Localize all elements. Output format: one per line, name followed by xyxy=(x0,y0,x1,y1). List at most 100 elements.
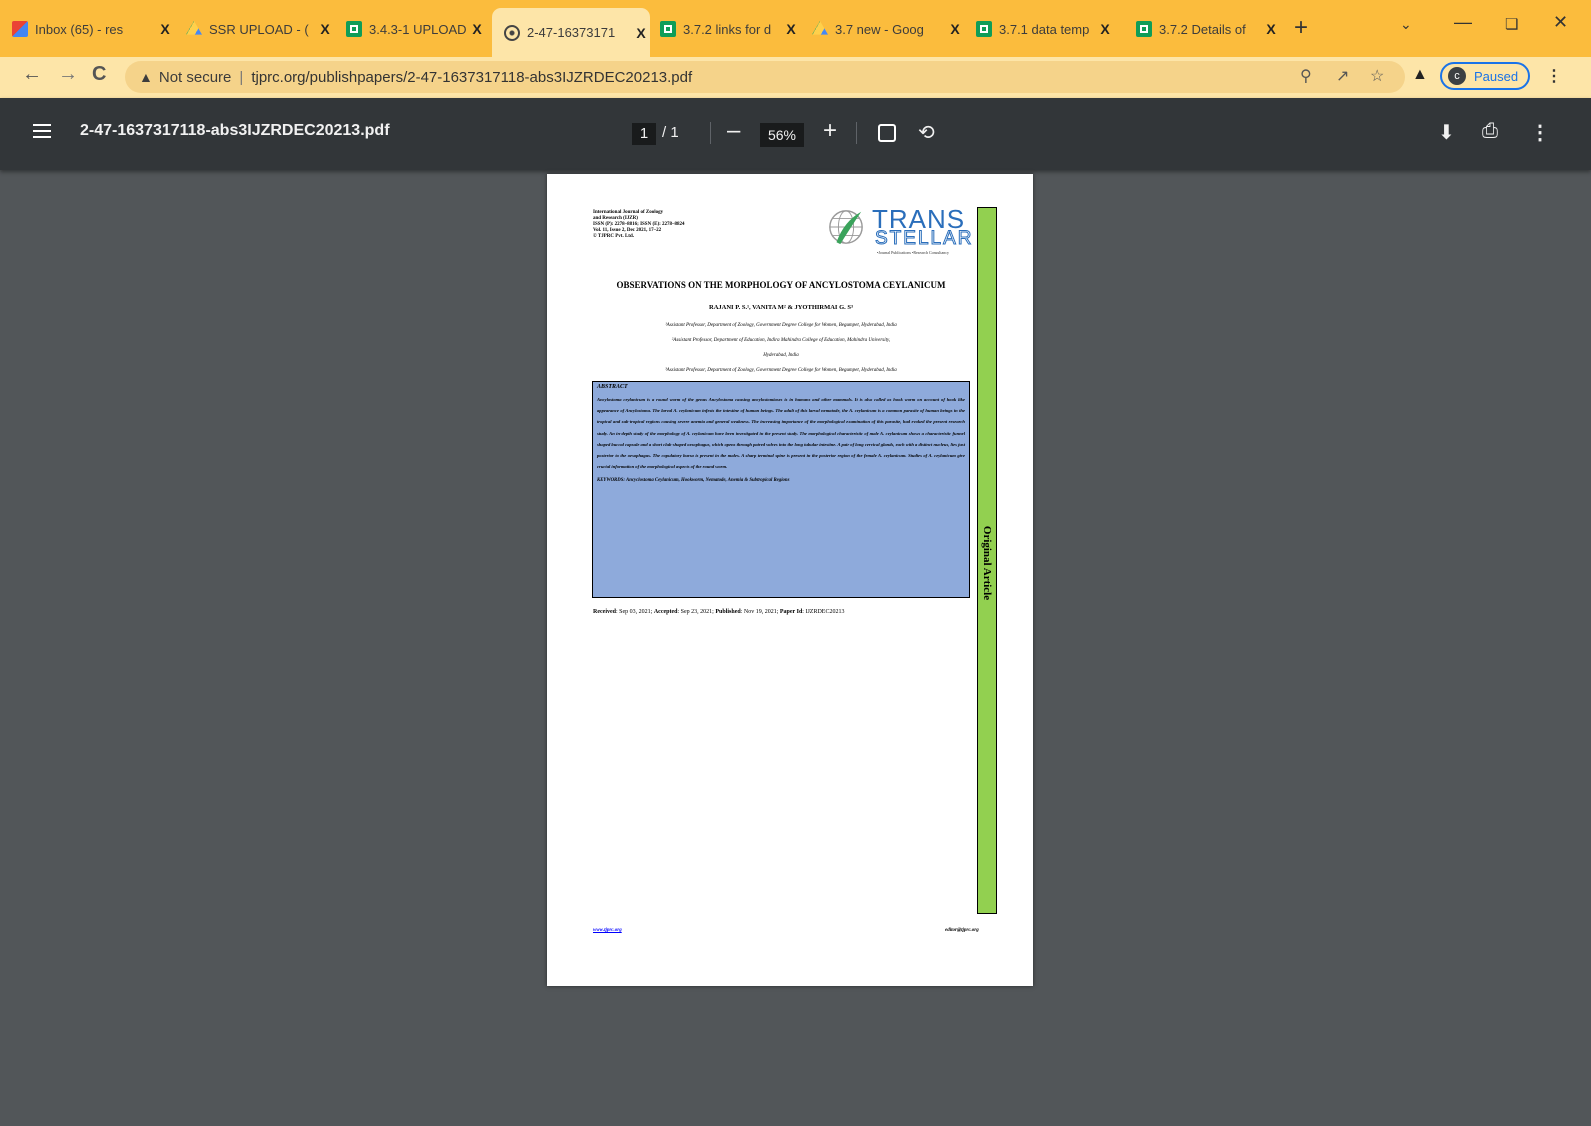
bookmark-star-icon[interactable]: ☆ xyxy=(1370,66,1384,86)
address-bar[interactable]: ▲ Not secure | tjprc.org/publishpapers/2… xyxy=(125,61,1405,93)
gmail-icon xyxy=(12,21,28,37)
received-date: : Sep 03, 2021; xyxy=(616,609,654,615)
url-divider: | xyxy=(239,68,244,86)
paper-id: : IJZRDEC20213 xyxy=(802,609,845,615)
published-label: Published xyxy=(715,609,741,615)
rotate-icon[interactable]: ⟲ xyxy=(918,120,935,145)
article-type-sidebar: Original Article xyxy=(977,207,997,914)
abstract-text: Ancylostoma ceylanicum is a round worm o… xyxy=(597,397,965,470)
abstract-heading: ABSTRACT xyxy=(597,384,628,390)
page-total: / 1 xyxy=(662,124,679,141)
window-close-icon[interactable]: ✕ xyxy=(1553,12,1568,33)
paper-id-label: Paper Id xyxy=(779,609,803,615)
page-number-input[interactable]: 1 xyxy=(632,123,656,145)
sheets-icon xyxy=(660,21,676,37)
affiliation-line: Hyderabad, India xyxy=(763,353,799,358)
affiliation-line: ³Assistant Professor, Department of Zool… xyxy=(665,368,897,373)
forward-arrow-icon[interactable]: → xyxy=(58,63,78,86)
minimize-icon[interactable]: — xyxy=(1454,12,1472,33)
labs-flask-icon[interactable]: ▲ xyxy=(1412,66,1428,84)
zoom-in-button[interactable]: + xyxy=(823,117,837,145)
toolbar-divider xyxy=(710,122,711,144)
close-icon[interactable]: X xyxy=(632,25,650,41)
published-date: : Nov 19, 2021; xyxy=(740,609,780,615)
restore-icon[interactable]: ❏ xyxy=(1505,15,1518,33)
sheets-icon xyxy=(1136,21,1152,37)
close-icon[interactable]: X xyxy=(1262,21,1280,37)
close-icon[interactable]: X xyxy=(156,21,174,37)
affiliation-line: ¹Assistant Professor, Department of Zool… xyxy=(665,323,897,328)
download-icon[interactable]: ⬇ xyxy=(1438,120,1455,145)
article-authors: RAJANI P. S.¹, VANITA M² & JYOTHIRMAI G.… xyxy=(709,304,853,311)
close-icon[interactable]: X xyxy=(946,21,964,37)
tab-ssr-upload[interactable]: SSR UPLOAD - ( X xyxy=(186,15,334,43)
transstellar-logo: TRANS STELLAR •Journal Publications •Res… xyxy=(827,204,972,260)
drive-icon xyxy=(812,21,828,35)
not-secure-label[interactable]: Not secure xyxy=(159,69,232,86)
website-link[interactable]: www.tjprc.org xyxy=(593,928,622,933)
affiliation-line: ²Assistant Professor, Department of Educ… xyxy=(671,338,891,343)
close-icon[interactable]: X xyxy=(782,21,800,37)
fit-to-page-icon[interactable] xyxy=(878,124,896,142)
pdf-page: International Journal of Zoology and Res… xyxy=(547,174,1033,986)
pdf-filename: 2-47-1637317118-abs3IJZRDEC20213.pdf xyxy=(80,122,390,139)
sheets-icon xyxy=(976,21,992,37)
tab-title: Inbox (65) - res xyxy=(35,21,124,37)
hamburger-menu-icon[interactable] xyxy=(33,124,51,138)
pdf-toolbar: 2-47-1637317118-abs3IJZRDEC20213.pdf 1 /… xyxy=(0,98,1591,170)
editor-email: editor@tjprc.org xyxy=(945,928,979,933)
globe-icon xyxy=(504,24,520,41)
tab-title: 3.7.2 links for d xyxy=(683,21,772,37)
back-arrow-icon[interactable]: ← xyxy=(22,63,42,86)
journal-header: International Journal of Zoology and Res… xyxy=(593,210,763,240)
more-options-icon[interactable]: ⋮ xyxy=(1530,120,1550,145)
article-title: OBSERVATIONS ON THE MORPHOLOGY OF ANCYLO… xyxy=(616,280,946,290)
tab-title: 3.7.1 data temp xyxy=(999,21,1090,37)
reload-icon[interactable]: C xyxy=(92,63,106,86)
tab-title: 3.4.3-1 UPLOAD xyxy=(369,21,467,37)
keywords: KEYWORDS: Ancyclostoma Ceylanicum, Hookw… xyxy=(597,478,790,484)
tab-title: SSR UPLOAD - ( xyxy=(209,21,309,37)
print-icon[interactable]: ⎙ xyxy=(1482,120,1498,143)
close-icon[interactable]: X xyxy=(316,21,334,37)
zoom-out-button[interactable]: – xyxy=(727,117,740,145)
close-icon[interactable]: X xyxy=(1096,21,1114,37)
tab-372-links[interactable]: 3.7.2 links for d X xyxy=(660,15,800,43)
browser-menu-icon[interactable]: ⋮ xyxy=(1546,66,1562,86)
tab-title: 2-47-16373171 xyxy=(527,25,616,40)
tab-search-chevron-icon[interactable]: ⌄ xyxy=(1400,16,1412,33)
warning-triangle-icon[interactable]: ▲ xyxy=(139,69,153,85)
globe-logo-icon xyxy=(829,210,863,245)
received-label: Received xyxy=(593,609,616,615)
zoom-level-input[interactable]: 56% xyxy=(760,123,804,147)
abstract-box: ABSTRACT Ancylostoma ceylanicum is a rou… xyxy=(592,381,970,598)
tab-pdf-active[interactable]: 2-47-16373171 X xyxy=(492,8,650,57)
logo-tagline: •Journal Publications •Research Consulta… xyxy=(877,250,950,255)
tab-title: 3.7 new - Goog xyxy=(835,21,924,37)
publication-dates: Received: Sep 03, 2021; Accepted: Sep 23… xyxy=(593,609,844,615)
tab-title: 3.7.2 Details of xyxy=(1159,21,1246,37)
zoom-magnifier-icon[interactable]: ⚲ xyxy=(1300,66,1312,86)
sheets-icon xyxy=(346,21,362,37)
url-text[interactable]: tjprc.org/publishpapers/2-47-1637317118-… xyxy=(251,69,692,86)
tab-gmail[interactable]: Inbox (65) - res X xyxy=(12,15,174,43)
tab-372-details[interactable]: 3.7.2 Details of X xyxy=(1136,15,1280,43)
accepted-label: Accepted xyxy=(653,609,678,615)
logo-text-bottom: STELLAR xyxy=(874,228,974,250)
toolbar-divider xyxy=(856,122,857,144)
share-icon[interactable]: ↗ xyxy=(1336,66,1349,86)
new-tab-button[interactable]: + xyxy=(1294,14,1308,42)
drive-icon xyxy=(186,21,202,35)
browser-toolbar: ← → C ▲ Not secure | tjprc.org/publishpa… xyxy=(0,57,1591,98)
article-type-label: Original Article xyxy=(981,525,993,601)
profile-status: Paused xyxy=(1474,68,1519,84)
tab-371-data[interactable]: 3.7.1 data temp X xyxy=(976,15,1114,43)
tab-37-new[interactable]: 3.7 new - Goog X xyxy=(812,15,964,43)
profile-button[interactable]: c Paused xyxy=(1440,62,1530,90)
avatar: c xyxy=(1448,67,1466,85)
tab-343-upload[interactable]: 3.4.3-1 UPLOAD X xyxy=(346,15,486,43)
close-icon[interactable]: X xyxy=(468,21,486,37)
tab-strip: Inbox (65) - res X SSR UPLOAD - ( X 3.4.… xyxy=(0,0,1591,57)
accepted-date: : Sep 23, 2021; xyxy=(677,609,716,615)
journal-header-line: © TJPRC Pvt. Ltd. xyxy=(593,234,635,239)
